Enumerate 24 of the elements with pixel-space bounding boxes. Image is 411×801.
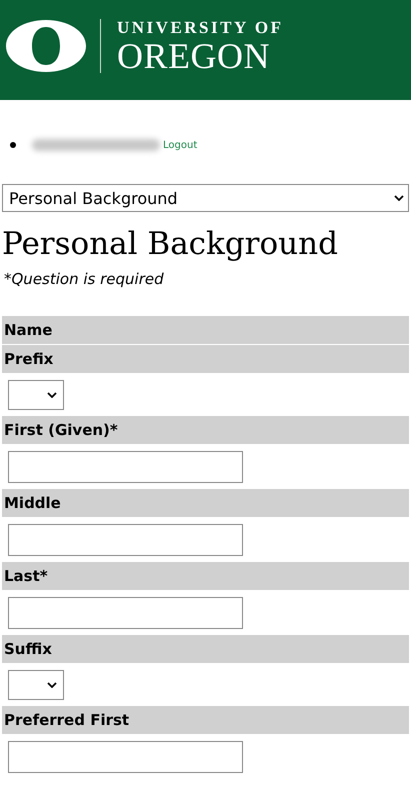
field-label: Preferred First [2,706,409,734]
field-label: First (Given)* [2,416,409,444]
logout-link[interactable]: Logout [163,140,198,150]
logo-subtitle: UNIVERSITY OF [117,18,284,38]
input-field[interactable] [8,741,243,773]
input-field[interactable] [8,524,243,556]
input-field[interactable] [8,597,243,629]
page-heading: Personal Background [2,225,339,264]
field-label: Prefix [2,345,409,373]
dropdown[interactable] [8,380,64,410]
caret-icon [47,392,57,398]
caret-icon [47,682,57,688]
logo-title: OREGON [117,38,271,74]
field-label: Middle [2,489,409,517]
bullet-icon [10,142,16,148]
field-label: Last* [2,562,409,590]
input-field[interactable] [8,451,243,483]
caret-icon [394,195,404,201]
logo-icon [6,18,86,74]
section-dropdown[interactable]: Personal Background [2,184,409,212]
field-label: Suffix [2,635,409,663]
group-title: Name [2,316,409,344]
required-note: *Question is required [4,270,165,288]
dropdown[interactable] [8,670,64,700]
